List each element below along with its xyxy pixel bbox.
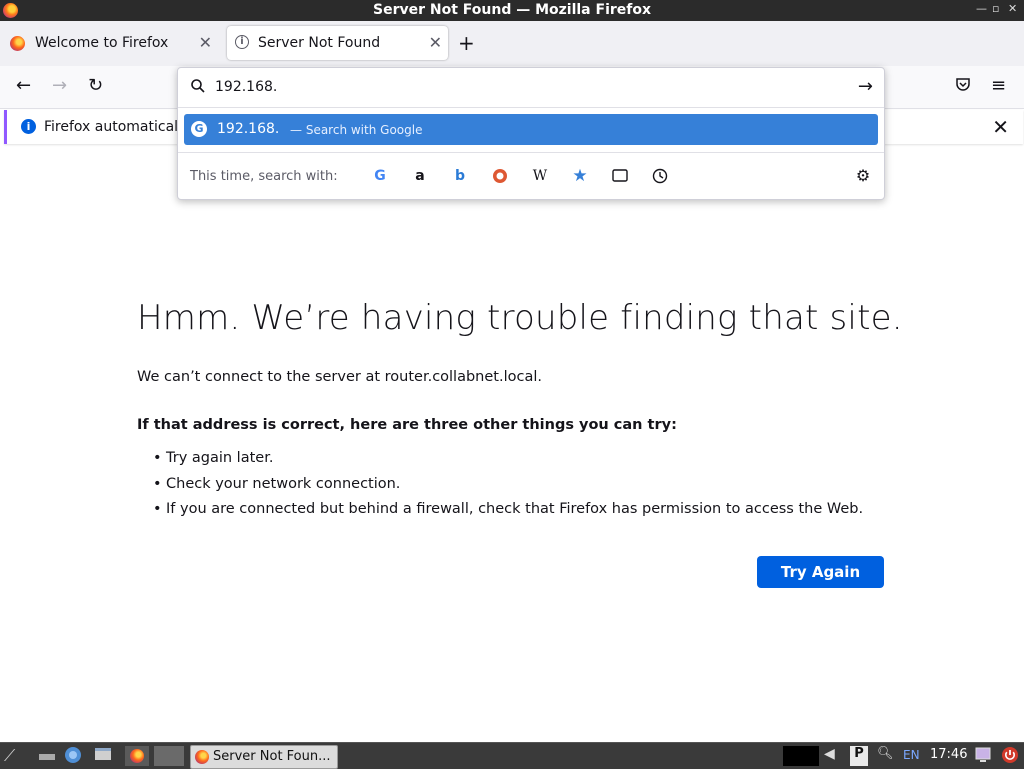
bookmarks-icon[interactable]: ★ (568, 165, 592, 187)
suggestion-action: — Search with Google (290, 123, 422, 137)
go-arrow-icon[interactable]: → (858, 76, 873, 97)
tab-server-not-found[interactable]: i Server Not Found ✕ (227, 26, 448, 60)
reload-icon[interactable]: ↻ (88, 75, 103, 96)
error-description: We can’t connect to the server at router… (137, 369, 542, 385)
maximize-icon[interactable]: ▫ (992, 2, 999, 15)
duckduckgo-icon[interactable] (488, 165, 512, 187)
divider (178, 152, 884, 153)
pocket-icon[interactable] (955, 76, 971, 97)
info-favicon-icon: i (235, 35, 249, 49)
firefox-taskbar-icon (195, 750, 209, 764)
list-item: If you are connected but behind a firewa… (153, 501, 863, 527)
power-icon[interactable] (1001, 746, 1019, 766)
tabs-icon[interactable] (608, 165, 632, 187)
new-tab-button[interactable]: + (458, 31, 475, 55)
close-notification-icon[interactable]: ✕ (992, 115, 1009, 139)
error-heading: Hmm. We’re having trouble finding that s… (137, 298, 903, 338)
minimize-icon[interactable]: — (976, 2, 987, 15)
browser-launcher-icon[interactable] (64, 746, 84, 766)
search-settings-gear-icon[interactable]: ⚙ (851, 165, 875, 187)
bing-icon[interactable]: b (448, 165, 472, 187)
google-icon: G (191, 121, 207, 137)
clipboard-icon[interactable]: P (850, 746, 868, 766)
screen-lock-icon[interactable] (974, 746, 992, 766)
tab-label: Server Not Found (258, 35, 381, 51)
firefox-launcher-icon[interactable] (125, 746, 149, 766)
list-item: Try again later. (153, 450, 863, 476)
close-tab-icon[interactable]: ✕ (199, 33, 212, 52)
firefox-favicon-icon (10, 36, 25, 51)
amazon-icon[interactable]: a (408, 165, 432, 187)
window-title: Server Not Found — Mozilla Firefox (372, 2, 652, 18)
cpu-monitor (783, 746, 819, 766)
wikipedia-icon[interactable]: W (528, 165, 552, 187)
tab-strip: Welcome to Firefox ✕ i Server Not Found … (0, 21, 1024, 66)
taskbar-task-firefox[interactable]: Server Not Foun... (190, 745, 338, 769)
divider (178, 107, 884, 108)
suggestion-query: 192.168. (217, 121, 280, 137)
search-icon (190, 78, 206, 98)
task-label: Server Not Foun... (213, 749, 331, 764)
history-icon[interactable] (648, 165, 672, 187)
info-icon: i (21, 119, 36, 134)
google-icon[interactable]: G (368, 165, 392, 187)
tab-label: Welcome to Firefox (35, 35, 169, 51)
suggestions-list: Try again later. Check your network conn… (153, 450, 863, 527)
forward-icon[interactable]: → (52, 75, 67, 96)
close-window-icon[interactable]: ✕ (1008, 2, 1017, 15)
suggestion-action-text: Search with Google (305, 123, 423, 137)
clock[interactable]: 17:46 (930, 747, 967, 762)
window-titlebar: Server Not Found — Mozilla Firefox — ▫ ✕ (0, 0, 1024, 21)
back-icon[interactable]: ← (16, 75, 31, 96)
urlbar-popup: → G 192.168. — Search with Google This t… (177, 67, 885, 200)
close-tab-icon[interactable]: ✕ (429, 33, 442, 52)
suggestion-separator: — (290, 123, 302, 137)
desktop-icon[interactable] (38, 746, 58, 766)
start-menu-icon[interactable]: ⟋ (4, 746, 30, 766)
suggestions-heading: If that address is correct, here are thr… (137, 417, 677, 433)
notification-message: Firefox automaticall (44, 119, 182, 135)
try-again-button[interactable]: Try Again (757, 556, 884, 588)
url-input[interactable] (215, 78, 835, 96)
search-suggestion-row[interactable]: G 192.168. — Search with Google (184, 114, 878, 145)
search-tray-icon[interactable]: 🔍︎ (877, 746, 895, 766)
tab-welcome[interactable]: Welcome to Firefox ✕ (4, 26, 218, 60)
volume-icon[interactable]: ◀ (824, 746, 844, 766)
files-launcher-icon[interactable] (94, 746, 114, 766)
oneoff-search-label: This time, search with: (190, 169, 338, 184)
menu-icon[interactable]: ≡ (991, 75, 1006, 96)
keyboard-layout-indicator[interactable]: EN (903, 748, 920, 762)
workspace-switcher[interactable] (154, 746, 184, 766)
taskbar: ⟋ Server Not Foun... ◀ P 🔍︎ EN 17:46 (0, 742, 1024, 769)
list-item: Check your network connection. (153, 476, 863, 502)
